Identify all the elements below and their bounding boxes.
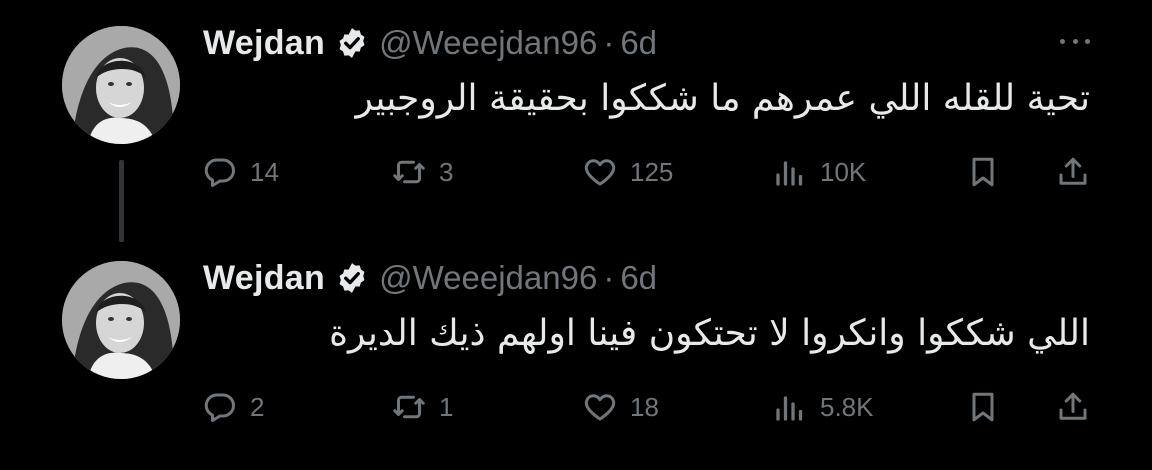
retweet-icon bbox=[393, 160, 425, 184]
avatar[interactable] bbox=[62, 26, 180, 144]
views-button[interactable]: 10K bbox=[772, 148, 866, 196]
bookmark-button[interactable] bbox=[965, 383, 1001, 431]
avatar[interactable] bbox=[62, 261, 180, 379]
views-count: 5.8K bbox=[820, 391, 874, 422]
display-name[interactable]: Wejdan bbox=[203, 259, 325, 298]
action-bar: 14 3 125 10K bbox=[0, 148, 1152, 196]
share-icon bbox=[1059, 392, 1087, 420]
avatar-photo bbox=[62, 261, 180, 379]
like-count: 18 bbox=[630, 391, 659, 422]
reply-count: 14 bbox=[250, 156, 279, 187]
bookmark-button[interactable] bbox=[965, 148, 1001, 196]
tweet-text: اللي شككوا وانكروا لا تحتكون فينا اولهم … bbox=[329, 313, 1090, 354]
retweet-count: 1 bbox=[439, 391, 454, 422]
user-handle[interactable]: @Weeejdan96 bbox=[379, 24, 597, 62]
bookmark-icon bbox=[972, 392, 994, 422]
verified-badge-icon bbox=[335, 26, 369, 60]
tweet-text: تحية للقله اللي عمرهم ما شككوا بحقيقة ال… bbox=[355, 78, 1090, 119]
reply-button[interactable]: 2 bbox=[202, 383, 264, 431]
views-button[interactable]: 5.8K bbox=[772, 383, 874, 431]
views-count: 10K bbox=[820, 156, 867, 187]
display-name[interactable]: Wejdan bbox=[203, 24, 325, 63]
verified-badge-icon bbox=[335, 261, 369, 295]
action-bar: 2 1 18 5.8K bbox=[0, 383, 1152, 431]
tweet[interactable]: Wejdan @Weeejdan96 · 6d تحية للقله اللي … bbox=[0, 0, 1152, 235]
share-icon bbox=[1059, 157, 1087, 185]
separator-dot: · bbox=[603, 24, 615, 61]
heart-icon bbox=[584, 159, 616, 186]
like-button[interactable]: 125 bbox=[582, 148, 673, 196]
reply-icon bbox=[204, 393, 235, 422]
like-count: 125 bbox=[630, 156, 674, 187]
timestamp[interactable]: 6d bbox=[620, 259, 657, 297]
bookmark-icon bbox=[972, 157, 994, 187]
reply-count: 2 bbox=[250, 391, 265, 422]
reply-button[interactable]: 14 bbox=[202, 148, 279, 196]
retweet-button[interactable]: 3 bbox=[391, 148, 453, 196]
retweet-icon bbox=[393, 395, 425, 419]
retweet-button[interactable]: 1 bbox=[391, 383, 453, 431]
share-button[interactable] bbox=[1055, 148, 1091, 196]
heart-icon bbox=[584, 394, 616, 421]
user-handle[interactable]: @Weeejdan96 bbox=[379, 259, 597, 297]
separator-dot: · bbox=[603, 259, 615, 296]
more-dots-icon[interactable] bbox=[1060, 26, 1090, 56]
retweet-count: 3 bbox=[439, 156, 454, 187]
views-icon bbox=[776, 396, 803, 421]
tweet[interactable]: Wejdan @Weeejdan96 · 6d اللي شككوا وانكر… bbox=[0, 235, 1152, 470]
share-button[interactable] bbox=[1055, 383, 1091, 431]
views-icon bbox=[776, 161, 803, 186]
like-button[interactable]: 18 bbox=[582, 383, 659, 431]
reply-icon bbox=[204, 158, 235, 187]
avatar-photo bbox=[62, 26, 180, 144]
timestamp[interactable]: 6d bbox=[620, 24, 657, 62]
